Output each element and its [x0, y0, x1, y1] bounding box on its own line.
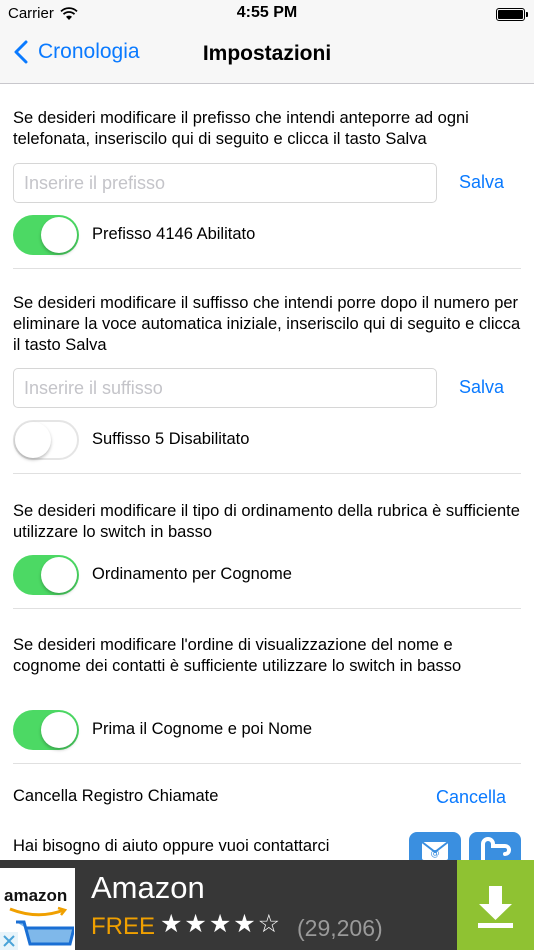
clear-log-label: Cancella Registro Chiamate [13, 787, 219, 805]
divider [13, 473, 521, 474]
prefix-description: Se desideri modificare il prefisso che i… [13, 109, 469, 148]
divider [13, 763, 521, 764]
ad-close-icon[interactable] [0, 932, 18, 950]
suffix-input[interactable] [13, 368, 437, 408]
clear-log-button[interactable]: Cancella [436, 787, 506, 808]
ad-title: Amazon [91, 870, 205, 905]
rating-count: (29,206) [297, 915, 383, 941]
suffix-description: Se desideri modificare il suffisso che i… [13, 294, 521, 354]
sorting-toggle-label: Ordinamento per Cognome [92, 565, 292, 583]
page-title: Impostazioni [202, 42, 332, 65]
suffix-toggle-label: Suffisso 5 Disabilitato [92, 430, 250, 448]
display-order-toggle-label: Prima il Cognome e poi Nome [92, 720, 313, 738]
twitter-icon [481, 837, 511, 862]
toggle-knob [41, 712, 77, 748]
suffix-toggle[interactable] [13, 420, 79, 460]
display-order-description: Se desideri modificare l'ordine di visua… [13, 636, 462, 675]
prefix-save-button[interactable]: Salva [459, 172, 504, 193]
amazon-smile-icon [9, 906, 68, 917]
toggle-knob [41, 217, 77, 253]
help-label: Hai bisogno di aiuto oppure vuoi contatt… [13, 837, 330, 855]
battery-icon [496, 8, 528, 21]
prefix-input[interactable] [13, 163, 437, 203]
sorting-description: Se desideri modificare il tipo di ordina… [13, 502, 520, 541]
prefix-toggle[interactable] [13, 215, 79, 255]
sorting-toggle[interactable] [13, 555, 79, 595]
status-time: 4:55 PM [236, 4, 298, 21]
ad-banner[interactable]: amazon Amazon FREE ★★★★☆ (29,206) [0, 860, 534, 950]
status-bar: Carrier 4:55 PM [0, 0, 534, 30]
toggle-knob [15, 422, 51, 458]
divider [13, 268, 521, 269]
ad-price: FREE [91, 913, 156, 940]
rating-stars: ★★★★☆ [160, 910, 283, 938]
svg-text:@: @ [431, 849, 440, 859]
navigation-bar: Cronologia Impostazioni [0, 30, 534, 84]
prefix-toggle-label: Prefisso 4146 Abilitato [92, 225, 256, 243]
amazon-logo-text: amazon [4, 886, 68, 905]
shopping-cart-icon [16, 920, 74, 946]
download-icon [478, 886, 513, 928]
suffix-save-button[interactable]: Salva [459, 377, 504, 398]
toggle-knob [41, 557, 77, 593]
divider [13, 608, 521, 609]
download-button[interactable] [457, 860, 534, 950]
display-order-toggle[interactable] [13, 710, 79, 750]
mail-icon: @ [421, 841, 449, 860]
